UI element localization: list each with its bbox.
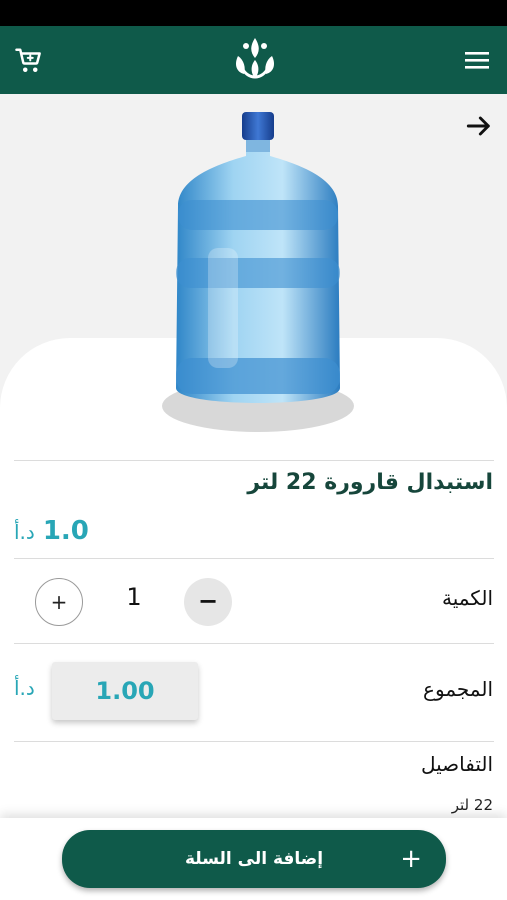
divider xyxy=(14,741,494,742)
menu-icon[interactable] xyxy=(463,48,491,72)
price-amount: 1.0 xyxy=(42,516,89,546)
quantity-minus-button[interactable]: − xyxy=(184,578,232,626)
product-image xyxy=(148,108,368,438)
divider xyxy=(14,460,494,461)
divider xyxy=(14,558,494,559)
total-label: المجموع xyxy=(423,677,493,701)
add-to-cart-label: إضافة الى السلة xyxy=(184,849,324,869)
plus-icon: + xyxy=(400,844,422,874)
bottom-bar: إضافة الى السلة + xyxy=(0,818,507,900)
details-text: 22 لتر xyxy=(451,796,493,814)
app-bar xyxy=(0,26,507,94)
divider xyxy=(14,643,494,644)
product-page: استبدال قارورة 22 لتر د.أ 1.0 الكمية + 1… xyxy=(0,0,507,900)
total-currency: د.أ xyxy=(14,676,35,700)
quantity-plus-button[interactable]: + xyxy=(35,578,83,626)
quantity-label: الكمية xyxy=(441,586,493,610)
total-value: 1.00 xyxy=(52,662,198,720)
details-label: التفاصيل xyxy=(420,752,493,776)
product-price: د.أ 1.0 xyxy=(14,516,89,546)
back-arrow-icon[interactable] xyxy=(463,110,495,142)
cart-icon[interactable] xyxy=(14,46,44,76)
add-to-cart-button[interactable]: إضافة الى السلة + xyxy=(62,830,446,888)
brand-logo xyxy=(228,34,282,86)
price-currency: د.أ xyxy=(14,520,35,544)
product-title: استبدال قارورة 22 لتر xyxy=(247,470,493,495)
status-bar xyxy=(0,0,507,26)
quantity-value: 1 xyxy=(126,583,142,611)
